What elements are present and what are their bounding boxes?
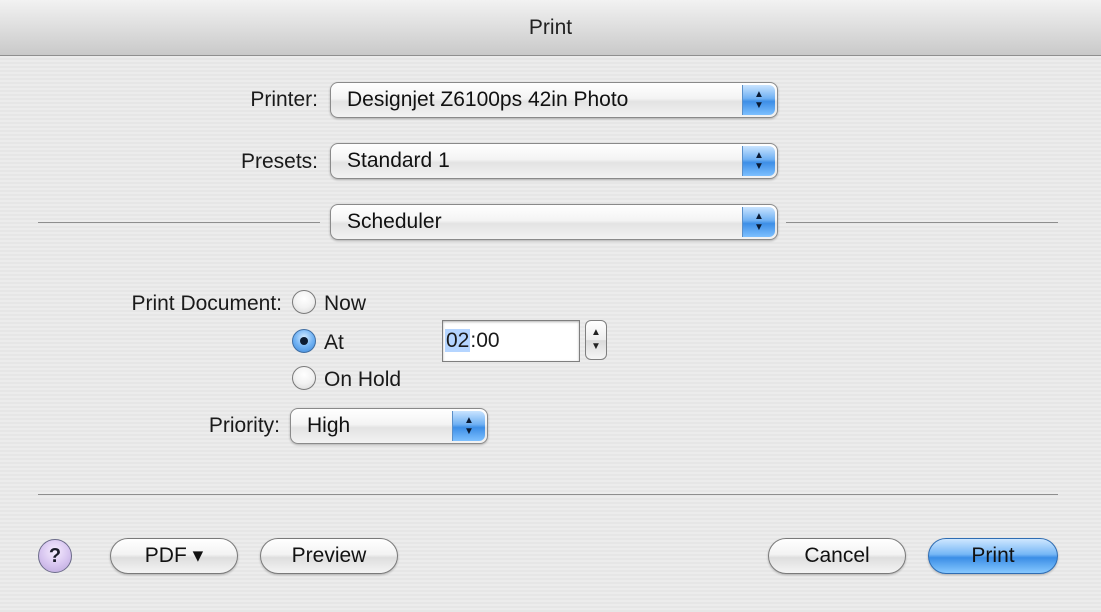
help-button[interactable]: ? xyxy=(38,539,72,573)
print-document-label: Print Document: xyxy=(131,292,282,315)
separator-right xyxy=(786,222,1058,223)
time-input[interactable]: 02:00 xyxy=(442,320,580,362)
presets-popup[interactable]: Standard 1 ▲ ▼ xyxy=(330,143,778,179)
footer-separator xyxy=(38,494,1058,495)
radio-at[interactable] xyxy=(292,329,316,353)
print-dialog: Print Printer: Designjet Z6100ps 42in Ph… xyxy=(0,0,1101,612)
up-down-chevron-icon: ▲ ▼ xyxy=(742,146,775,176)
pdf-button[interactable]: PDF ▾ xyxy=(110,538,238,574)
priority-value: High xyxy=(307,414,351,437)
up-down-chevron-icon: ▲ ▼ xyxy=(452,411,485,441)
panel-popup[interactable]: Scheduler ▲ ▼ xyxy=(330,204,778,240)
time-stepper[interactable]: ▲ ▼ xyxy=(585,320,607,360)
stepper-down-icon[interactable]: ▼ xyxy=(586,340,606,354)
preview-button[interactable]: Preview xyxy=(260,538,398,574)
window-title: Print xyxy=(0,0,1101,56)
radio-now[interactable] xyxy=(292,290,316,314)
presets-label: Presets: xyxy=(240,150,318,173)
panel-value: Scheduler xyxy=(347,210,442,233)
priority-label: Priority: xyxy=(208,414,280,437)
radio-on-hold-label: On Hold xyxy=(324,368,402,391)
radio-now-label: Now xyxy=(324,292,367,315)
cancel-button[interactable]: Cancel xyxy=(768,538,906,574)
radio-selected-dot xyxy=(300,337,308,345)
up-down-chevron-icon: ▲ ▼ xyxy=(742,85,775,115)
print-button[interactable]: Print xyxy=(928,538,1058,574)
presets-value: Standard 1 xyxy=(347,149,450,172)
separator-left xyxy=(38,222,320,223)
printer-label: Printer: xyxy=(250,88,318,111)
radio-on-hold[interactable] xyxy=(292,366,316,390)
time-minute: 00 xyxy=(476,329,500,352)
stepper-up-icon[interactable]: ▲ xyxy=(586,326,606,340)
priority-popup[interactable]: High ▲ ▼ xyxy=(290,408,488,444)
time-hour: 02 xyxy=(445,329,471,352)
printer-popup[interactable]: Designjet Z6100ps 42in Photo ▲ ▼ xyxy=(330,82,778,118)
up-down-chevron-icon: ▲ ▼ xyxy=(742,207,775,237)
printer-value: Designjet Z6100ps 42in Photo xyxy=(347,88,629,111)
radio-at-label: At xyxy=(324,331,344,354)
